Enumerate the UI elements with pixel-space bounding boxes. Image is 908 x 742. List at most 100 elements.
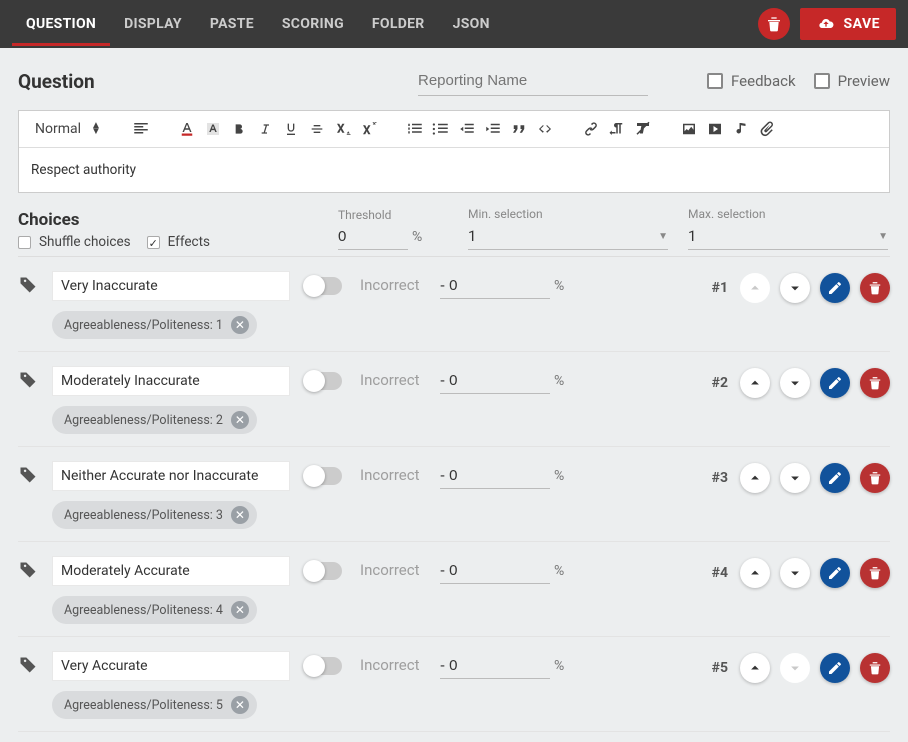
threshold-input[interactable] — [338, 224, 408, 250]
delete-choice-button[interactable] — [860, 273, 890, 303]
min-selection-field: Min. selection 1 ▼ — [468, 207, 668, 250]
delete-button[interactable] — [758, 8, 790, 40]
choice-text-input[interactable]: Moderately Accurate — [52, 556, 290, 586]
move-down-button[interactable] — [780, 368, 810, 398]
delete-choice-button[interactable] — [860, 463, 890, 493]
tab-scoring[interactable]: SCORING — [268, 2, 358, 46]
edit-button[interactable] — [820, 653, 850, 683]
correct-toggle[interactable] — [304, 467, 342, 485]
underline-button[interactable] — [279, 117, 303, 141]
score-input[interactable] — [440, 273, 550, 299]
tag-icon[interactable] — [18, 465, 38, 485]
code-button[interactable] — [533, 117, 557, 141]
choice-text-input[interactable]: Neither Accurate nor Inaccurate — [52, 461, 290, 491]
attach-button[interactable] — [755, 117, 779, 141]
move-up-button[interactable] — [740, 558, 770, 588]
editor-content[interactable]: Respect authority — [19, 148, 889, 192]
shuffle-checkbox[interactable]: Shuffle choices — [18, 234, 131, 250]
bold-icon — [231, 121, 247, 137]
remove-chip-button[interactable]: ✕ — [231, 316, 249, 334]
quote-button[interactable] — [507, 117, 531, 141]
outdent-button[interactable] — [455, 117, 479, 141]
correct-toggle[interactable] — [304, 657, 342, 675]
tag-icon[interactable] — [18, 560, 38, 580]
score-input[interactable] — [440, 368, 550, 394]
remove-chip-button[interactable]: ✕ — [231, 411, 249, 429]
delete-choice-button[interactable] — [860, 558, 890, 588]
tab-json[interactable]: JSON — [439, 2, 504, 46]
reporting-name-input[interactable] — [418, 66, 648, 96]
edit-button[interactable] — [820, 273, 850, 303]
row-controls: #1 — [712, 273, 890, 303]
edit-button[interactable] — [820, 558, 850, 588]
link-button[interactable] — [579, 117, 603, 141]
max-selection-select[interactable]: 1 ▼ — [688, 223, 888, 250]
min-selection-select[interactable]: 1 ▼ — [468, 223, 668, 250]
remove-chip-button[interactable]: ✕ — [231, 506, 249, 524]
arrow-down-icon — [788, 281, 802, 295]
edit-button[interactable] — [820, 368, 850, 398]
feedback-label: Feedback — [731, 72, 796, 90]
unordered-list-icon — [432, 120, 450, 138]
choices-options: Shuffle choices Effects — [18, 234, 318, 250]
format-select[interactable]: Normal ▲▼ — [29, 117, 107, 141]
remove-chip-button[interactable]: ✕ — [231, 601, 249, 619]
text-color-button[interactable] — [175, 117, 199, 141]
score-input[interactable] — [440, 653, 550, 679]
tab-folder[interactable]: FOLDER — [358, 2, 439, 46]
clear-format-button[interactable] — [631, 117, 655, 141]
percent-symbol: % — [554, 563, 564, 579]
unordered-list-button[interactable] — [429, 117, 453, 141]
move-up-button[interactable] — [740, 368, 770, 398]
correct-toggle[interactable] — [304, 277, 342, 295]
tag-icon[interactable] — [18, 370, 38, 390]
move-down-button[interactable] — [780, 463, 810, 493]
subscript-button[interactable] — [331, 117, 355, 141]
align-button[interactable] — [129, 117, 153, 141]
move-up-button — [740, 273, 770, 303]
superscript-button[interactable] — [357, 117, 381, 141]
background-color-button[interactable] — [201, 117, 225, 141]
score-input[interactable] — [440, 558, 550, 584]
tab-paste[interactable]: PASTE — [196, 2, 268, 46]
rtl-icon — [608, 120, 626, 138]
feedback-checkbox[interactable]: Feedback — [707, 72, 796, 90]
tab-question[interactable]: QUESTION — [12, 2, 110, 46]
edit-button[interactable] — [820, 463, 850, 493]
effect-chip: Agreeableness/Politeness: 2 ✕ — [52, 406, 257, 434]
bold-button[interactable] — [227, 117, 251, 141]
ordered-list-button[interactable] — [403, 117, 427, 141]
choice-text-input[interactable]: Very Inaccurate — [52, 271, 290, 301]
effect-chip: Agreeableness/Politeness: 4 ✕ — [52, 596, 257, 624]
correct-toggle[interactable] — [304, 372, 342, 390]
move-down-button[interactable] — [780, 558, 810, 588]
image-button[interactable] — [677, 117, 701, 141]
save-button[interactable]: SAVE — [800, 8, 897, 40]
delete-choice-button[interactable] — [860, 368, 890, 398]
video-button[interactable] — [703, 117, 727, 141]
strike-button[interactable] — [305, 117, 329, 141]
move-up-button[interactable] — [740, 463, 770, 493]
choice-text-input[interactable]: Very Accurate — [52, 651, 290, 681]
indent-button[interactable] — [481, 117, 505, 141]
rtl-button[interactable] — [605, 117, 629, 141]
link-icon — [582, 120, 600, 138]
preview-checkbox[interactable]: Preview — [814, 72, 890, 90]
choice-text-input[interactable]: Moderately Inaccurate — [52, 366, 290, 396]
editor-toolbar: Normal ▲▼ — [19, 111, 889, 148]
delete-choice-button[interactable] — [860, 653, 890, 683]
tab-display[interactable]: DISPLAY — [110, 2, 196, 46]
score-input[interactable] — [440, 463, 550, 489]
tag-icon[interactable] — [18, 275, 38, 295]
remove-chip-button[interactable]: ✕ — [231, 696, 249, 714]
effect-chip-label: Agreeableness/Politeness: 2 — [64, 413, 223, 428]
tag-icon[interactable] — [18, 655, 38, 675]
audio-button[interactable] — [729, 117, 753, 141]
italic-button[interactable] — [253, 117, 277, 141]
max-selection-value: 1 — [688, 227, 696, 245]
effects-checkbox[interactable]: Effects — [147, 234, 210, 250]
correct-toggle[interactable] — [304, 562, 342, 580]
move-up-button[interactable] — [740, 653, 770, 683]
tabs: QUESTIONDISPLAYPASTESCORINGFOLDERJSON — [12, 2, 758, 46]
move-down-button[interactable] — [780, 273, 810, 303]
